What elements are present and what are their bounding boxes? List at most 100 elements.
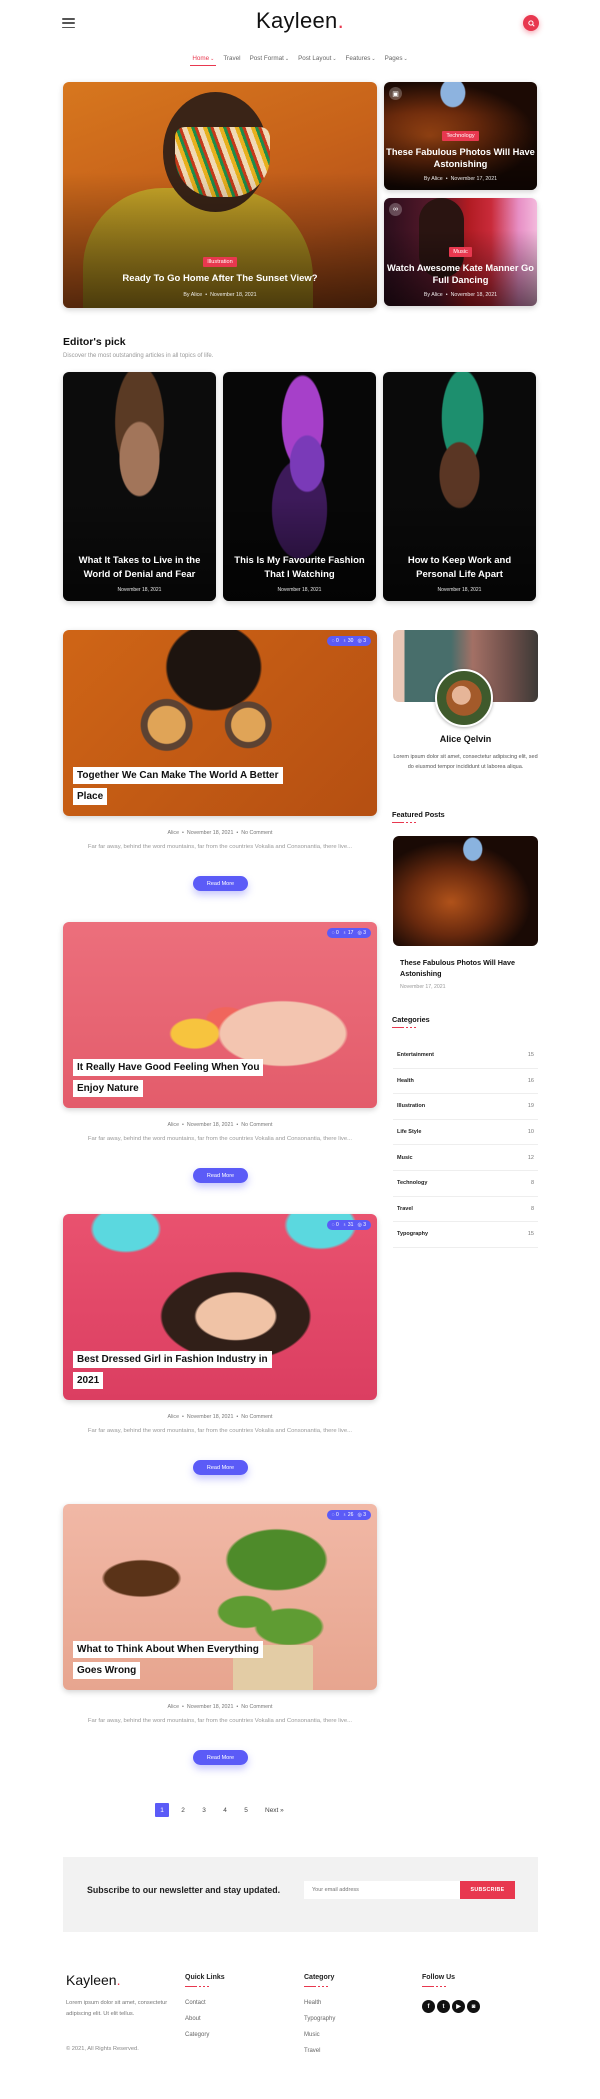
footer-link[interactable]: Health [304,2000,321,2006]
side-post-title[interactable]: These Fabulous Photos Will Have Astonish… [384,146,537,171]
category-badge[interactable]: Music [449,246,472,257]
category-badge[interactable]: Technology [442,130,479,141]
post-title[interactable]: Best Dressed Girl in Fashion Industry in… [73,1349,283,1390]
post-card-image[interactable]: ◌ 0 ♁ 30 ◎ 3 Together We Can Make The Wo… [63,630,377,816]
subscribe-button[interactable]: SUBSCRIBE [460,1881,515,1899]
footer-heading-quick-links: Quick Links [185,1974,225,1981]
nav-item-post-format[interactable]: Post Format⌄ [250,55,290,66]
editor-pick-card[interactable]: What It Takes to Live in the World of De… [63,372,216,601]
title-underline [185,1986,209,1988]
editor-pick-date: November 18, 2021 [437,587,482,593]
nav-item-pages[interactable]: Pages⌄ [385,55,408,66]
hero-side-post[interactable]: ∞ Music Watch Awesome Kate Manner Go Ful… [384,198,537,306]
footer-link[interactable]: About [185,2016,201,2022]
page-4[interactable]: 4 [218,1803,232,1817]
post-meta: Alice • November 18, 2021 • No Comment [167,830,273,836]
post-card-image[interactable]: ◌ 0 ♁ 17 ◎ 3 It Really Have Good Feeling… [63,922,377,1108]
post-title[interactable]: What to Think About When Everything Goes… [73,1639,283,1680]
title-underline [392,822,416,824]
post-meta: Alice • November 18, 2021 • No Comment [167,1414,273,1420]
read-more-button[interactable]: Read More [193,876,248,891]
category-item[interactable]: Travel 8 [393,1197,538,1223]
search-button[interactable] [523,15,539,31]
author-name[interactable]: Alice Qelvin [393,734,538,744]
post-title[interactable]: Together We Can Make The World A Better … [73,765,283,806]
post-title[interactable]: It Really Have Good Feeling When You Enj… [73,1057,283,1098]
nav-item-home[interactable]: Home⌄ [190,55,217,66]
category-item[interactable]: Music 12 [393,1145,538,1171]
category-item[interactable]: Life Style 10 [393,1120,538,1146]
author-avatar[interactable] [435,669,493,727]
nav-item-post-layout[interactable]: Post Layout⌄ [298,55,336,66]
post-stats: ◌ 0 ♁ 26 ◎ 3 [326,1510,371,1520]
next-page-link[interactable]: Next » [265,1807,284,1814]
post-card-image[interactable]: ◌ 0 ♁ 31 ◎ 3 Best Dressed Girl in Fashio… [63,1214,377,1400]
section-title: Editor's pick [63,336,126,348]
title-underline [304,1986,328,1988]
footer-heading-follow: Follow Us [422,1974,456,1981]
comment-icon: ◌ 0 [331,1512,339,1518]
hero-post-title[interactable]: Ready To Go Home After The Sunset View? [63,273,377,286]
featured-post-date: November 17, 2021 [400,984,446,990]
category-item[interactable]: Illustration 19 [393,1094,538,1120]
editor-pick-card[interactable]: This Is My Favourite Fashion That I Watc… [223,372,376,601]
category-item[interactable]: Technology 8 [393,1171,538,1197]
view-icon: ◎ 3 [357,1222,366,1228]
footer-link[interactable]: Contact [185,2000,206,2006]
side-post-title[interactable]: Watch Awesome Kate Manner Go Full Dancin… [384,262,537,287]
post-meta: By Alice • November 18, 2021 [423,292,498,298]
footer-link[interactable]: Music [304,2032,320,2038]
editor-pick-card[interactable]: How to Keep Work and Personal Life Apart… [383,372,536,601]
featured-post-image[interactable] [393,836,538,946]
page-2[interactable]: 2 [176,1803,190,1817]
chevron-down-icon: ⌄ [332,56,337,62]
footer-link[interactable]: Travel [304,2048,320,2054]
category-item[interactable]: Entertainment 15 [393,1043,538,1069]
editor-pick-title[interactable]: What It Takes to Live in the World of De… [63,554,216,582]
youtube-icon[interactable]: ▶ [452,2000,465,2013]
facebook-icon[interactable]: f [422,2000,435,2013]
category-item[interactable]: Typography 15 [393,1222,538,1248]
author-link[interactable]: Alice [191,292,202,298]
post-excerpt: Far far away, behind the word mountains,… [87,1136,353,1142]
footer-link[interactable]: Category [185,2032,209,2038]
read-more-button[interactable]: Read More [193,1460,248,1475]
footer-description: Lorem ipsum dolor sit amet, consectetur … [66,2000,168,2018]
featured-post-title[interactable]: These Fabulous Photos Will Have Astonish… [400,958,530,980]
like-icon: ♁ 26 [342,1512,354,1518]
title-underline [392,1027,416,1029]
search-icon [527,19,535,27]
nav-item-travel[interactable]: Travel [223,55,240,66]
site-logo[interactable]: Kayleen. [0,8,600,34]
copyright: © 2021, All Rights Reserved. [66,2046,139,2052]
read-more-button[interactable]: Read More [193,1168,248,1183]
category-badge[interactable]: Illustration [203,257,237,268]
footer-logo[interactable]: Kayleen. [66,1972,120,1988]
view-icon: ◎ 3 [357,930,366,936]
page-5[interactable]: 5 [239,1803,253,1817]
post-card-image[interactable]: ◌ 0 ♁ 26 ◎ 3 What to Think About When Ev… [63,1504,377,1690]
nav-item-features[interactable]: Features⌄ [346,55,376,66]
instagram-icon[interactable]: ◙ [467,2000,480,2013]
comment-icon: ◌ 0 [331,930,339,936]
twitter-icon[interactable]: t [437,2000,450,2013]
editor-pick-title[interactable]: How to Keep Work and Personal Life Apart [383,554,536,582]
link-icon: ∞ [389,203,402,216]
hero-side-post[interactable]: ▣ Technology These Fabulous Photos Will … [384,82,537,190]
email-input[interactable] [304,1881,460,1899]
category-item[interactable]: Health 16 [393,1069,538,1095]
title-underline [422,1986,446,1988]
chevron-down-icon: ⌄ [403,56,408,62]
footer-link[interactable]: Typography [304,2016,335,2022]
editor-pick-title[interactable]: This Is My Favourite Fashion That I Watc… [223,554,376,582]
main-nav: Home⌄ Travel Post Format⌄ Post Layout⌄ F… [0,55,600,66]
page-1[interactable]: 1 [155,1803,169,1817]
read-more-button[interactable]: Read More [193,1750,248,1765]
post-meta: Alice • November 18, 2021 • No Comment [167,1704,273,1710]
page-3[interactable]: 3 [197,1803,211,1817]
chevron-down-icon: ⌄ [210,56,215,62]
widget-title: Categories [392,1015,430,1024]
like-icon: ♁ 17 [342,930,354,936]
hero-main-post[interactable]: Illustration Ready To Go Home After The … [63,82,377,308]
category-list: Entertainment 15 Health 16 Illustration 19 … [393,1043,538,1248]
